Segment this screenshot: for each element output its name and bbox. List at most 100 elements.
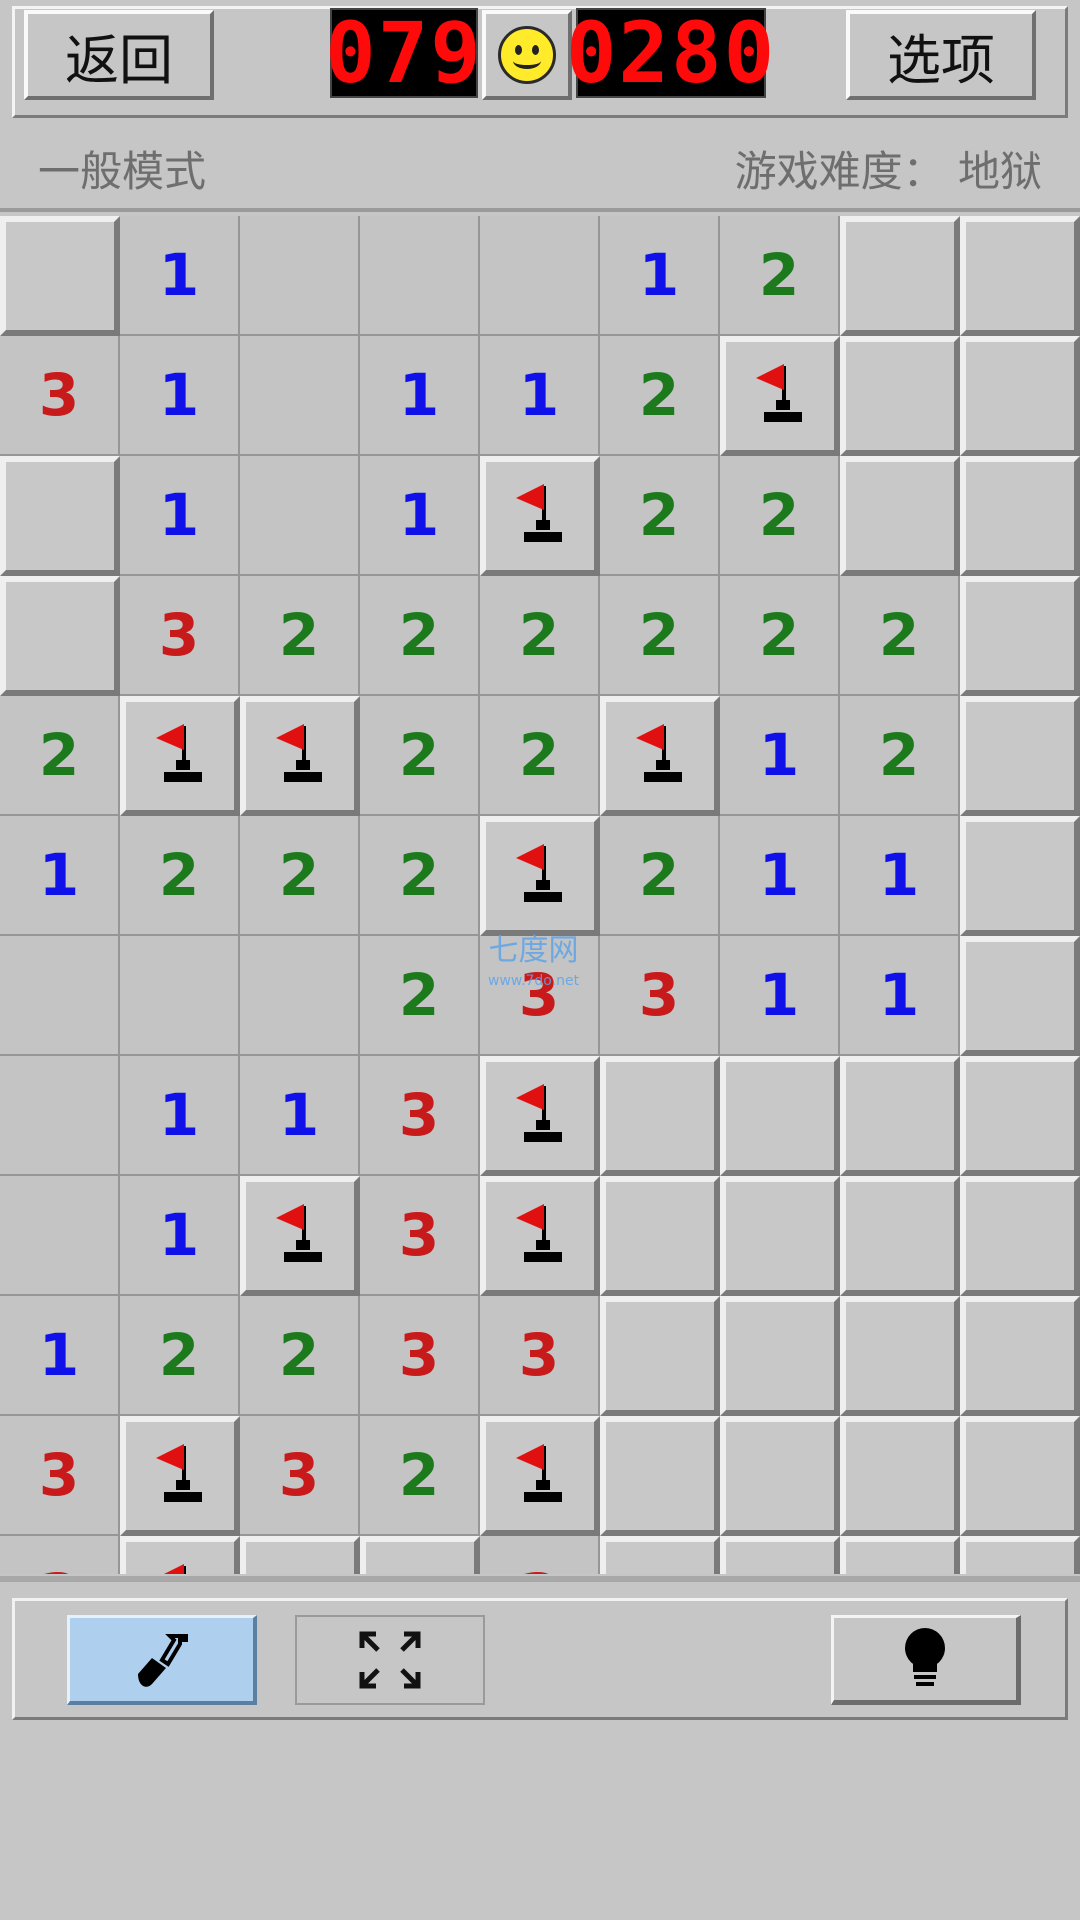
cell-number[interactable]: 2 [360, 1416, 480, 1536]
cell-flagged[interactable] [480, 456, 600, 576]
cell-closed[interactable] [720, 1416, 840, 1536]
cell-closed[interactable] [960, 816, 1080, 936]
cell-open-empty[interactable] [240, 216, 360, 336]
dig-mode-button[interactable] [67, 1615, 257, 1705]
cell-open-empty[interactable] [240, 336, 360, 456]
cell-number[interactable]: 2 [600, 336, 720, 456]
cell-number[interactable]: 2 [480, 696, 600, 816]
smiley-reset-button[interactable] [482, 10, 572, 100]
cell-closed[interactable] [840, 1296, 960, 1416]
cell-flagged[interactable] [240, 1176, 360, 1296]
cell-open-empty[interactable] [240, 936, 360, 1056]
cell-closed[interactable] [960, 1056, 1080, 1176]
cell-flagged[interactable] [240, 696, 360, 816]
cell-closed[interactable] [0, 576, 120, 696]
cell-closed[interactable] [960, 696, 1080, 816]
cell-closed[interactable] [960, 1176, 1080, 1296]
cell-number[interactable]: 1 [720, 696, 840, 816]
back-button[interactable]: 返回 [24, 10, 214, 100]
cell-closed[interactable] [600, 1416, 720, 1536]
cell-number[interactable]: 2 [840, 576, 960, 696]
cell-number[interactable]: 2 [720, 216, 840, 336]
cell-closed[interactable] [960, 936, 1080, 1056]
cell-closed[interactable] [720, 1176, 840, 1296]
cell-number[interactable]: 3 [0, 1536, 120, 1574]
cell-number[interactable]: 1 [720, 936, 840, 1056]
cell-closed[interactable] [960, 216, 1080, 336]
cell-open-empty[interactable] [0, 936, 120, 1056]
cell-number[interactable]: 2 [600, 576, 720, 696]
cell-number[interactable]: 1 [240, 1056, 360, 1176]
cell-number[interactable]: 2 [120, 816, 240, 936]
cell-number[interactable]: 1 [600, 216, 720, 336]
cell-number[interactable]: 3 [480, 936, 600, 1056]
cell-number[interactable]: 2 [360, 816, 480, 936]
cell-number[interactable]: 2 [720, 456, 840, 576]
cell-closed[interactable] [960, 336, 1080, 456]
cell-open-empty[interactable] [240, 456, 360, 576]
cell-number[interactable]: 1 [720, 816, 840, 936]
cell-closed[interactable] [600, 1536, 720, 1574]
cell-number[interactable]: 1 [120, 216, 240, 336]
expand-view-button[interactable] [295, 1615, 485, 1705]
cell-flagged[interactable] [480, 1176, 600, 1296]
cell-number[interactable]: 3 [0, 336, 120, 456]
cell-number[interactable]: 3 [480, 1536, 600, 1574]
cell-number[interactable]: 3 [0, 1416, 120, 1536]
cell-closed[interactable] [600, 1056, 720, 1176]
cell-flagged[interactable] [120, 696, 240, 816]
cell-closed[interactable] [240, 1536, 360, 1574]
cell-number[interactable]: 1 [480, 336, 600, 456]
cell-flagged[interactable] [600, 696, 720, 816]
cell-closed[interactable] [840, 216, 960, 336]
cell-number[interactable]: 2 [240, 816, 360, 936]
cell-open-empty[interactable] [0, 1056, 120, 1176]
cell-number[interactable]: 3 [360, 1296, 480, 1416]
cell-number[interactable]: 2 [360, 936, 480, 1056]
cell-closed[interactable] [840, 1416, 960, 1536]
cell-number[interactable]: 1 [120, 456, 240, 576]
cell-number[interactable]: 1 [360, 456, 480, 576]
cell-closed[interactable] [840, 1536, 960, 1574]
cell-closed[interactable] [720, 1296, 840, 1416]
cell-closed[interactable] [720, 1536, 840, 1574]
cell-flagged[interactable] [120, 1416, 240, 1536]
cell-flagged[interactable] [720, 336, 840, 456]
options-button[interactable]: 选项 [846, 10, 1036, 100]
cell-closed[interactable] [600, 1296, 720, 1416]
cell-number[interactable]: 3 [240, 1416, 360, 1536]
cell-closed[interactable] [0, 456, 120, 576]
cell-flagged[interactable] [120, 1536, 240, 1574]
cell-number[interactable]: 2 [360, 576, 480, 696]
cell-number[interactable]: 2 [600, 456, 720, 576]
cell-closed[interactable] [840, 1056, 960, 1176]
cell-number[interactable]: 1 [360, 336, 480, 456]
cell-number[interactable]: 2 [0, 696, 120, 816]
cell-closed[interactable] [960, 1296, 1080, 1416]
cell-number[interactable]: 1 [0, 816, 120, 936]
cell-number[interactable]: 2 [120, 1296, 240, 1416]
cell-closed[interactable] [360, 1536, 480, 1574]
cell-number[interactable]: 3 [360, 1056, 480, 1176]
cell-number[interactable]: 3 [360, 1176, 480, 1296]
cell-closed[interactable] [840, 456, 960, 576]
cell-closed[interactable] [960, 1536, 1080, 1574]
cell-flagged[interactable] [480, 1416, 600, 1536]
cell-number[interactable]: 1 [840, 936, 960, 1056]
cell-closed[interactable] [960, 576, 1080, 696]
cell-number[interactable]: 3 [120, 576, 240, 696]
hint-button[interactable] [831, 1615, 1021, 1705]
cell-open-empty[interactable] [0, 1176, 120, 1296]
cell-number[interactable]: 1 [120, 1176, 240, 1296]
cell-closed[interactable] [840, 1176, 960, 1296]
cell-number[interactable]: 1 [120, 336, 240, 456]
cell-number[interactable]: 2 [240, 576, 360, 696]
cell-open-empty[interactable] [360, 216, 480, 336]
cell-flagged[interactable] [480, 816, 600, 936]
cell-number[interactable]: 2 [480, 576, 600, 696]
cell-number[interactable]: 2 [720, 576, 840, 696]
cell-open-empty[interactable] [480, 216, 600, 336]
cell-closed[interactable] [840, 336, 960, 456]
cell-number[interactable]: 2 [360, 696, 480, 816]
cell-closed[interactable] [0, 216, 120, 336]
